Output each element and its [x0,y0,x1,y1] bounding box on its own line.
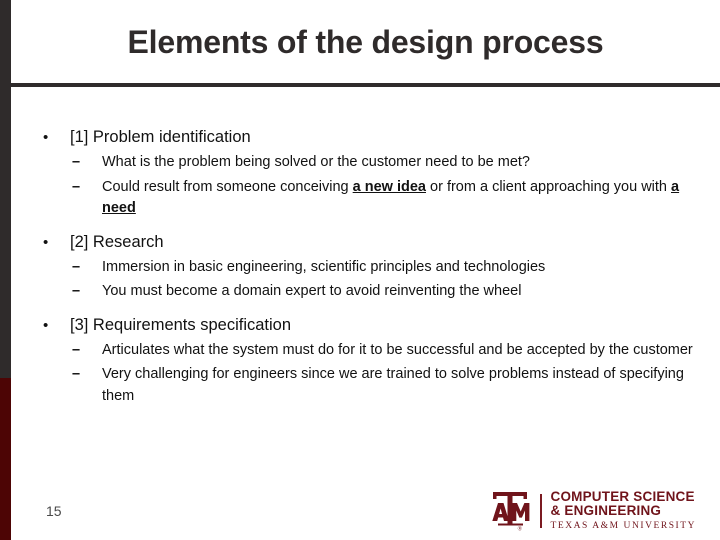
svg-text:®: ® [518,526,523,533]
logo-wordmark: COMPUTER SCIENCE & ENGINEERING TEXAS A&M… [550,488,697,533]
dash-marker-icon: – [72,283,81,299]
bullet-marker-icon: • [43,316,49,334]
text-run: Very challenging for engineers since we … [102,366,684,404]
bullet-label: [3] Requirements specification [70,315,292,334]
bullet-item-level2: – Articulates what the system must do for… [30,340,700,362]
text-run: Immersion in basic engineering, scientif… [102,258,546,275]
tamu-cse-logo: ® COMPUTER SCIENCE & ENGINEERING TEXAS A… [487,489,696,533]
bullet-text: Very challenging for engineers since we … [102,364,700,407]
title-underline-rule [11,83,720,87]
bullet-text: Could result from someone conceiving a n… [102,177,700,220]
page-number: 15 [46,503,62,519]
logo-divider [540,494,542,528]
bullet-item-level2: – You must become a domain expert to avoi… [30,281,700,303]
bullet-marker-icon: • [43,233,49,251]
bullet-item-level2: – Could result from someone conceiving a … [30,177,700,220]
bullet-item-level2: – Immersion in basic engineering, scienti… [30,257,700,279]
logo-line-3: TEXAS A&M UNIVERSITY [550,520,697,531]
bullet-group: • [2] Research – Immersion in basic enginee… [30,231,700,314]
left-accent-bar-dark [0,0,11,378]
logo-line-1: COMPUTER SCIENCE [550,488,695,504]
left-accent-bar-maroon [0,378,11,540]
text-run: You must become a domain expert to avoid… [102,283,522,299]
emphasized-text: a new idea [352,178,426,195]
text-run: Articulates what the system must do for … [102,341,693,358]
bullet-label: [2] Research [70,232,164,251]
bullet-item-level1: • [2] Research [30,231,700,254]
bullet-label: [1] Problem identification [70,128,251,146]
logo-line-2: & ENGINEERING [550,503,662,518]
page-title: Elements of the design process [127,24,604,60]
bullet-text: What is the problem being solved or the … [102,152,700,174]
text-run: Could result from someone conceiving [102,178,353,195]
bullet-item-level1: • [3] Requirements specification [30,314,700,337]
texas-am-monogram-icon: ® [487,490,533,533]
bullet-group: • [1] Problem identification – What is the … [30,126,700,231]
dash-marker-icon: – [72,341,81,358]
text-run: What is the problem being solved or the … [102,154,530,170]
bullet-item-level2: – Very challenging for engineers since we… [30,364,700,407]
bullet-text: Immersion in basic engineering, scientif… [102,257,700,279]
slide: Elements of the design process • [1] Prob… [0,0,720,540]
bullet-item-level1: • [1] Problem identification [30,126,700,149]
bullet-text: You must become a domain expert to avoid… [102,281,700,303]
slide-body: • [1] Problem identification – What is the … [30,126,700,418]
bullet-text: Articulates what the system must do for … [102,340,700,362]
bullet-item-level2: – What is the problem being solved or the… [30,152,700,174]
dash-marker-icon: – [72,258,81,275]
dash-marker-icon: – [72,366,81,382]
bullet-group: • [3] Requirements specification – Articula… [30,314,700,419]
bullet-marker-icon: • [43,129,49,146]
dash-marker-icon: – [72,154,81,170]
dash-marker-icon: – [72,178,81,195]
text-run: or from a client approaching you with [426,178,672,195]
